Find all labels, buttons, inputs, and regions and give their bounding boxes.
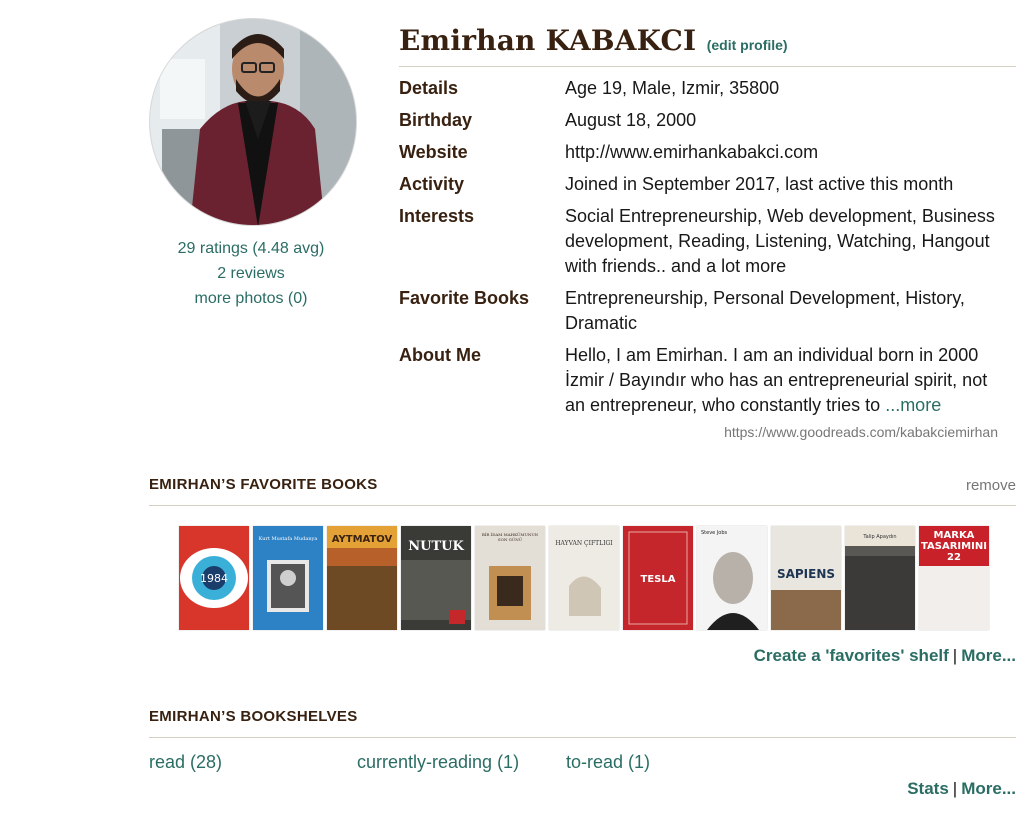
info-row-details: Details Age 19, Male, Izmir, 35800 [399,76,1016,101]
profile-photo[interactable] [149,18,357,226]
book-cover[interactable]: Steve Jobs [697,526,767,630]
shelf-read-link[interactable]: read (28) [149,752,222,773]
cover-text: 1984 [200,572,228,585]
bookshelves-actions: Stats | More... [907,779,1016,799]
cover-text: BİR İDAM MAHKÛMUNUN SON GÜNÜ [481,532,539,542]
info-row-interests: Interests Social Entrepreneurship, Web d… [399,204,1016,279]
book-cover[interactable]: AYTMATOV [327,526,397,630]
more-photos-link[interactable]: more photos (0) [149,286,353,311]
separator: | [952,779,958,798]
info-row-activity: Activity Joined in September 2017, last … [399,172,1016,197]
shelf-to-read-link[interactable]: to-read (1) [566,752,650,773]
profile-stats-links: 29 ratings (4.48 avg) 2 reviews more pho… [149,236,353,311]
stats-link[interactable]: Stats [907,779,949,798]
interests-label: Interests [399,206,475,226]
favorites-actions: Create a 'favorites' shelf | More... [754,646,1016,666]
book-cover[interactable]: MARKA TASARIMININ 22 [919,526,989,630]
edit-profile-link[interactable]: (edit profile) [707,37,788,53]
book-cover-art: HAYVAN ÇİFTLİĞİ [549,526,619,630]
book-cover[interactable]: 1984 [179,526,249,630]
profile-header: Emirhan KABAKCI (edit profile) [399,24,788,57]
book-cover[interactable]: Kurt Mustafa Mudanya [253,526,323,630]
profile-name: Emirhan KABAKCI [399,24,697,57]
details-value: Age 19, Male, Izmir, 35800 [565,78,780,98]
about-label: About Me [399,345,481,365]
remove-link[interactable]: remove [966,477,1016,494]
profile-photo-image [150,19,356,225]
book-cover-art: 1984 [179,526,249,630]
cover-text: SAPIENS [777,567,835,581]
reviews-link[interactable]: 2 reviews [149,261,353,286]
favorites-more-link[interactable]: More... [961,646,1016,665]
book-cover-art: TESLA [623,526,693,630]
about-value: Hello, I am Emirhan. I am an individual … [565,343,1010,418]
about-more-link[interactable]: ...more [885,395,941,415]
bookshelves-heading: EMIRHAN’S BOOKSHELVES [149,708,358,725]
interests-value: Social Entrepreneurship, Web development… [565,206,995,276]
info-row-birthday: Birthday August 18, 2000 [399,108,1016,133]
bookshelves-more-link[interactable]: More... [961,779,1016,798]
book-cover[interactable]: HAYVAN ÇİFTLİĞİ [549,526,619,630]
book-cover[interactable]: TESLA [623,526,693,630]
ratings-link[interactable]: 29 ratings (4.48 avg) [149,236,353,261]
cover-text: Steve Jobs [701,530,728,536]
profile-url: https://www.goodreads.com/kabakciemirhan [724,424,998,440]
favorite-books-heading: EMIRHAN’S FAVORITE BOOKS [149,476,378,493]
header-divider [399,66,1016,67]
book-cover[interactable]: BİR İDAM MAHKÛMUNUN SON GÜNÜ [475,526,545,630]
book-cover[interactable]: Talip Apaydın [845,526,915,630]
info-row-favorite-books: Favorite Books Entrepreneurship, Persona… [399,286,1016,336]
cover-text: AYTMATOV [332,534,393,545]
book-cover-art: AYTMATOV [327,526,397,630]
cover-text: Kurt Mustafa Mudanya [259,536,318,542]
book-cover-art: SAPIENS [771,526,841,630]
activity-label: Activity [399,174,465,194]
book-cover-art: MARKA TASARIMININ 22 [919,526,989,630]
favorite-books-label: Favorite Books [399,288,530,308]
book-cover-art: Talip Apaydın [845,526,915,630]
cover-text: Talip Apaydın [862,534,896,540]
info-row-about: About Me Hello, I am Emirhan. I am an in… [399,343,1016,418]
favorite-books-value: Entrepreneurship, Personal Development, … [565,288,965,333]
activity-value: Joined in September 2017, last active th… [565,174,954,194]
cover-text: MARKA TASARIMININ 22 [921,530,987,563]
shelf-currently-reading-link[interactable]: currently-reading (1) [357,752,519,773]
cover-text: TESLA [641,574,676,585]
book-cover[interactable]: NUTUK [401,526,471,630]
book-cover-art: Kurt Mustafa Mudanya [253,526,323,630]
website-link[interactable]: http://www.emirhankabakci.com [565,140,1010,165]
website-label: Website [399,142,468,162]
book-cover-art: NUTUK [401,526,471,630]
birthday-value: August 18, 2000 [565,110,697,130]
cover-text: NUTUK [408,539,464,554]
details-label: Details [399,78,459,98]
info-row-website: Website http://www.emirhankabakci.com [399,140,1016,165]
book-cover-art: BİR İDAM MAHKÛMUNUN SON GÜNÜ [475,526,545,630]
cover-text: HAYVAN ÇİFTLİĞİ [555,540,613,547]
bookshelves-divider [149,737,1016,738]
book-cover-art: Steve Jobs [697,526,767,630]
create-favorites-shelf-link[interactable]: Create a 'favorites' shelf [754,646,949,665]
favorites-divider [149,505,1016,506]
book-cover[interactable]: SAPIENS [771,526,841,630]
separator: | [952,646,958,665]
birthday-label: Birthday [399,110,473,130]
